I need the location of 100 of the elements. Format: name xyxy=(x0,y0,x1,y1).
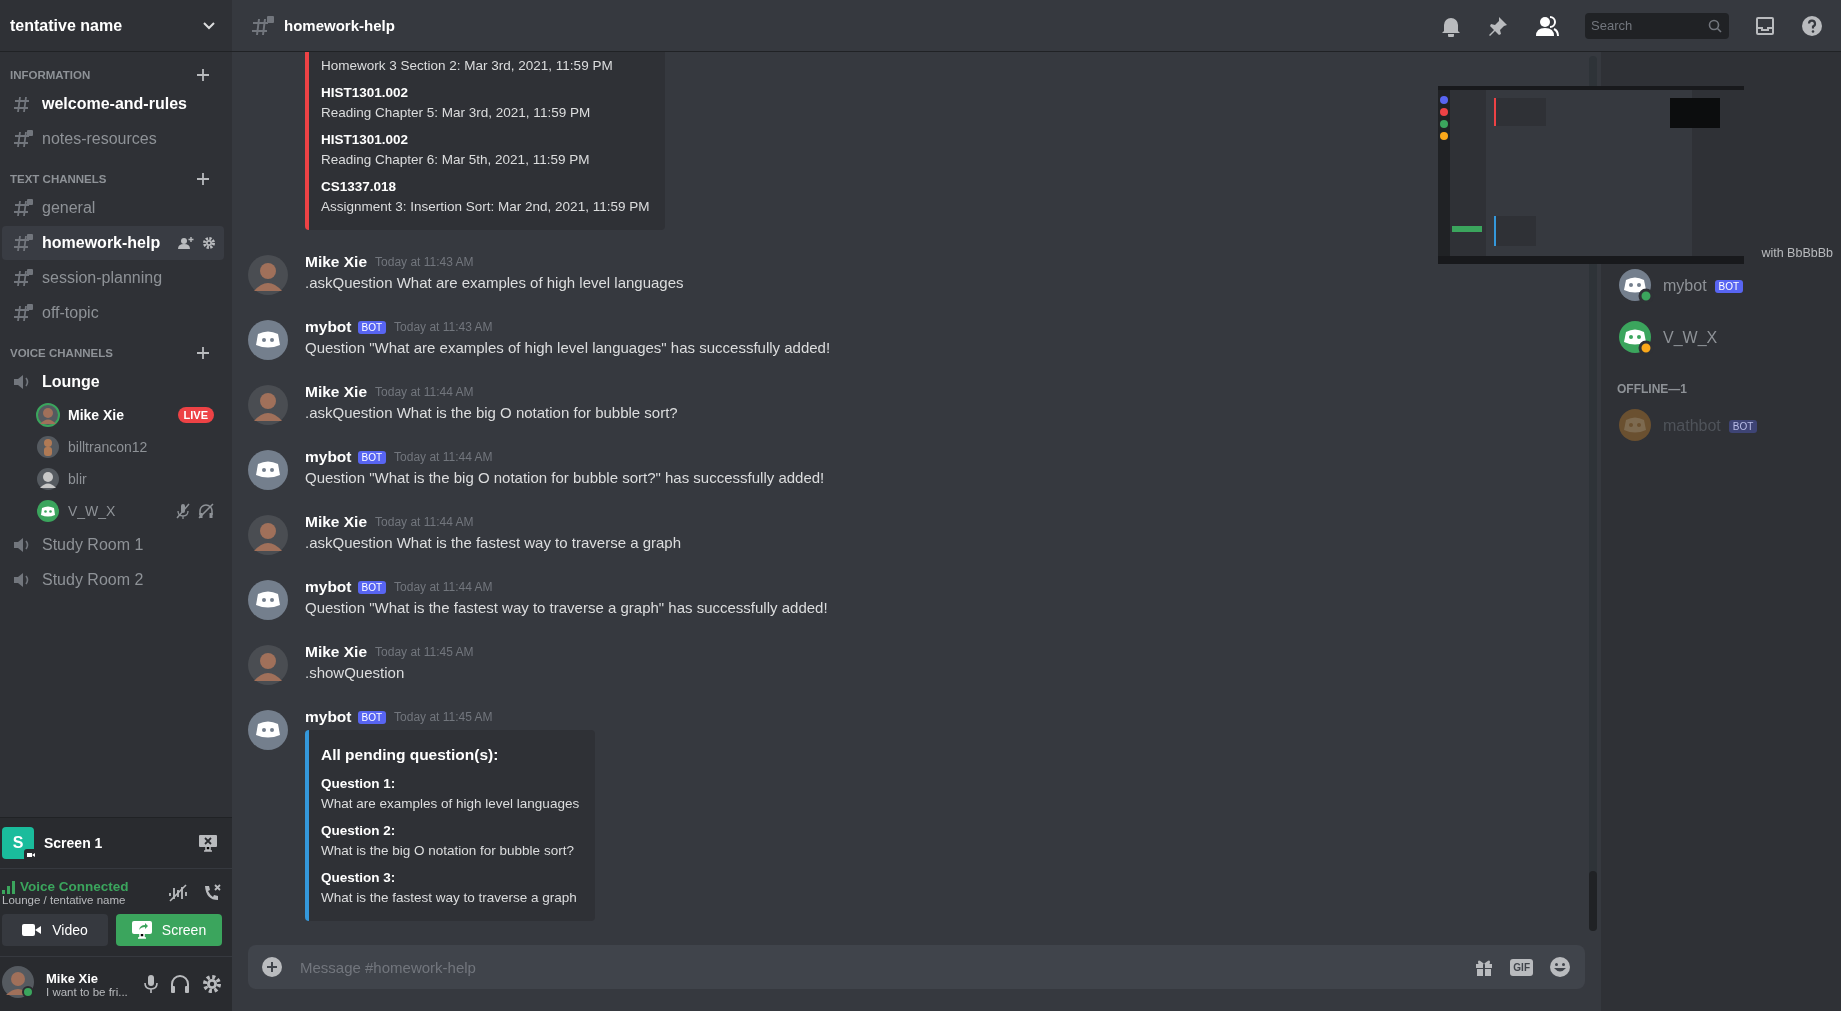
voice-user[interactable]: blir xyxy=(0,463,224,495)
video-camera-icon xyxy=(22,923,43,937)
disconnect-icon[interactable] xyxy=(202,882,222,903)
channel-item[interactable]: Study Room 2 xyxy=(2,563,224,597)
inbox-icon[interactable] xyxy=(1755,15,1775,36)
gif-button[interactable]: GIF xyxy=(1510,958,1533,976)
timestamp: Today at 11:44 AM xyxy=(394,580,493,594)
message-text: .askQuestion What are examples of high level languages xyxy=(305,274,684,291)
avatar[interactable] xyxy=(248,450,288,490)
voice-user[interactable]: Mike Xie LIVE xyxy=(0,399,224,431)
timestamp: Today at 11:44 AM xyxy=(394,450,493,464)
headphones-icon[interactable] xyxy=(170,974,190,994)
locked-hash-icon xyxy=(250,14,274,37)
message-text: .askQuestion What is the big O notation for bubble sort? xyxy=(305,404,678,421)
bot-tag: BOT xyxy=(1714,279,1744,293)
channel-item[interactable]: notes-resources xyxy=(2,122,224,156)
field-title: Question 2: xyxy=(321,822,397,840)
bot-tag: BOT xyxy=(357,320,387,334)
scrollbar-thumb[interactable] xyxy=(1589,871,1597,931)
field-value: Assignment 3: Insertion Sort: Mar 2nd, 2021, 11:59 PM xyxy=(321,198,650,216)
author-name[interactable]: Mike Xie xyxy=(305,383,368,401)
video-button[interactable]: Video xyxy=(2,914,108,946)
message-text: .askQuestion What is the fastest way to traverse a graph xyxy=(305,534,681,551)
author-name[interactable]: mybot xyxy=(305,578,352,596)
message-text: Question "What is the big O notation for bubble sort?" has successfully added! xyxy=(305,469,825,486)
pin-icon[interactable] xyxy=(1487,14,1509,37)
user-name: Mike Xie xyxy=(46,970,100,986)
search-field[interactable]: Search xyxy=(1585,12,1729,39)
category-header[interactable]: INFORMATION xyxy=(10,69,91,81)
live-badge: LIVE xyxy=(177,407,214,423)
timestamp: Today at 11:45 AM xyxy=(375,645,474,659)
author-name[interactable]: Mike Xie xyxy=(305,513,368,531)
channel-item[interactable]: homework-help xyxy=(2,226,224,260)
stream-name: Screen 1 xyxy=(44,835,104,851)
timestamp: Today at 11:43 AM xyxy=(394,320,493,334)
voice-user[interactable]: billtrancon12 xyxy=(0,431,224,463)
server-name[interactable]: tentative name xyxy=(10,16,123,35)
plus-icon[interactable] xyxy=(196,172,210,186)
avatar[interactable] xyxy=(248,320,288,360)
embed-title: All pending question(s): xyxy=(321,746,500,764)
screen-share-icon xyxy=(131,921,152,939)
channel-item[interactable]: general xyxy=(2,191,224,225)
member-item[interactable]: mybot BOT xyxy=(1609,260,1833,312)
stop-stream-icon[interactable] xyxy=(198,834,218,852)
channel-item[interactable]: welcome-and-rules xyxy=(2,87,224,121)
author-name[interactable]: Mike Xie xyxy=(305,253,368,271)
field-title: Question 1: xyxy=(321,775,397,793)
avatar[interactable] xyxy=(248,580,288,620)
voice-user[interactable]: V_W_X xyxy=(0,495,224,527)
settings-icon[interactable] xyxy=(202,236,216,250)
plus-icon[interactable] xyxy=(196,346,210,360)
field-value: What are examples of high level languages xyxy=(321,795,580,813)
field-value: What is the big O notation for bubble sort? xyxy=(321,842,575,860)
search-icon xyxy=(1708,18,1722,33)
channel-item[interactable]: Lounge xyxy=(2,365,224,399)
category-header[interactable]: VOICE CHANNELS xyxy=(10,347,113,359)
message-text: Question "What is the fastest way to traverse a graph" has successfully added! xyxy=(305,599,828,616)
voice-location: Lounge / tentative name xyxy=(2,894,127,906)
channel-item[interactable]: session-planning xyxy=(2,261,224,295)
field-value: Reading Chapter 6: Mar 5th, 2021, 11:59 PM xyxy=(321,151,591,169)
member-activity: with BbBbBb xyxy=(1761,246,1833,260)
author-name[interactable]: mybot xyxy=(305,708,352,726)
member-item[interactable]: V_W_X xyxy=(1609,312,1833,364)
author-name[interactable]: mybot xyxy=(305,318,352,336)
microphone-icon[interactable] xyxy=(144,974,158,994)
member-group-header: OFFLINE—1 xyxy=(1617,382,1688,396)
field-value: What is the fastest way to traverse a graph xyxy=(321,889,578,907)
channel-item[interactable]: Study Room 1 xyxy=(2,528,224,562)
bot-tag: BOT xyxy=(357,710,387,724)
field-value: Homework 3 Section 2: Mar 3rd, 2021, 11:59 PM xyxy=(321,57,614,75)
channel-title: homework-help xyxy=(284,17,395,34)
author-name[interactable]: mybot xyxy=(305,448,352,466)
plus-icon[interactable] xyxy=(196,68,210,82)
user-avatar[interactable] xyxy=(2,966,34,998)
add-attachment-icon[interactable] xyxy=(262,957,282,977)
timestamp: Today at 11:45 AM xyxy=(394,710,493,724)
channel-item[interactable]: off-topic xyxy=(2,296,224,330)
category-header[interactable]: TEXT CHANNELS xyxy=(10,173,107,185)
field-title: Question 3: xyxy=(321,869,397,887)
members-icon[interactable] xyxy=(1535,14,1559,37)
help-icon[interactable] xyxy=(1801,14,1823,37)
noise-suppression-icon[interactable] xyxy=(168,883,188,902)
user-status: I want to be fri... xyxy=(46,985,129,998)
author-name[interactable]: Mike Xie xyxy=(305,643,368,661)
timestamp: Today at 11:44 AM xyxy=(375,515,474,529)
add-member-icon[interactable] xyxy=(178,236,194,250)
emoji-icon[interactable] xyxy=(1549,956,1571,978)
message-text: Question "What are examples of high level languages" has successfully added! xyxy=(305,339,831,356)
timestamp: Today at 11:44 AM xyxy=(375,385,474,399)
bot-tag: BOT xyxy=(1728,419,1758,433)
screen-share-button[interactable]: Screen xyxy=(116,914,222,946)
field-value: Reading Chapter 5: Mar 3rd, 2021, 11:59 PM xyxy=(321,104,592,122)
field-title: HIST1301.002 xyxy=(321,131,410,149)
settings-icon[interactable] xyxy=(202,974,222,994)
field-title: CS1337.018 xyxy=(321,178,398,196)
voice-status[interactable]: Voice Connected xyxy=(20,879,129,894)
field-title: HIST1301.002 xyxy=(321,84,410,102)
message-text: .showQuestion xyxy=(305,664,405,681)
avatar[interactable] xyxy=(248,710,288,750)
bot-tag: BOT xyxy=(357,450,387,464)
